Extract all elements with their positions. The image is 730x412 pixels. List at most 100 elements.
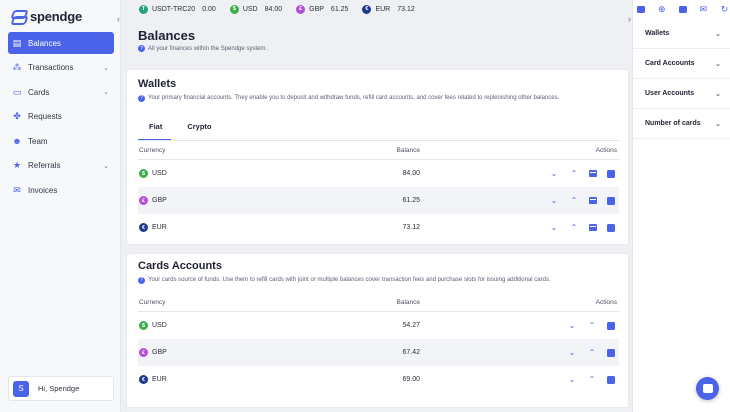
requests-icon: ✤ [13,111,21,122]
currency-value: 0.00 [202,5,216,13]
history-icon[interactable] [607,223,615,232]
balance-summary-bar: T USDT-TRC20 0.00 $ USD 84.00 £ GBP 61.2… [127,0,632,18]
card-accounts-description: ? Your cards source of funds. Use them t… [138,276,608,285]
wallet-icon[interactable] [637,5,645,13]
section-number-of-cards[interactable]: Number of cards ⌄ [633,109,730,139]
card-accounts-title: Cards Accounts [138,260,222,272]
chevron-down-icon: ⌄ [715,90,721,98]
withdraw-arrow-down-icon[interactable]: ⌄ [549,169,559,179]
sidebar-item-transactions[interactable]: ⁂ Transactions ⌄ [8,57,114,79]
withdraw-arrow-down-icon[interactable]: ⌄ [549,196,559,206]
transactions-icon: ⁂ [12,62,22,73]
euro-icon: € [139,223,148,232]
section-user-accounts[interactable]: User Accounts ⌄ [633,79,730,109]
table-header: Currency Balance Actions [138,142,619,160]
withdraw-arrow-down-icon[interactable]: ⌄ [567,348,577,358]
help-icon: ? [138,95,145,102]
sidebar-item-label: Team [28,136,48,146]
withdraw-arrow-down-icon[interactable]: ⌄ [567,321,577,331]
tab-crypto[interactable]: Crypto [187,122,220,141]
chevron-down-icon: ⌄ [715,30,721,38]
wallet-icon: ▤ [12,37,22,48]
balance-usd: $ USD 84.00 [229,4,282,14]
sidebar-item-referrals[interactable]: ★ Referrals ⌄ [8,155,114,177]
balance-cell: 84.00 [402,170,420,177]
section-label: User Accounts [645,90,695,97]
currency-value: 73.12 [397,5,415,13]
page-title: Balances [138,28,196,43]
balance-cell: 69.00 [402,376,420,383]
currency-cell: £ GBP [138,348,288,357]
table-row: $ USD 84.00 ⌄ ⌃ [138,160,619,187]
history-icon[interactable] [607,375,615,384]
transfer-card-icon[interactable] [589,197,597,204]
column-header-actions: Actions [595,147,617,154]
chevron-down-icon: ⌄ [103,162,109,170]
history-icon[interactable] [607,348,615,357]
card-accounts-card: Cards Accounts ? Your cards source of fu… [126,253,629,408]
balance-cell: 67.42 [402,349,420,356]
balance-cell: 73.12 [402,224,420,231]
deposit-arrow-up-icon[interactable]: ⌃ [587,348,597,358]
balance-cell: 61.25 [402,197,420,204]
help-icon: ? [138,277,145,284]
refresh-icon[interactable]: ↻ [720,4,729,14]
deposit-arrow-up-icon[interactable]: ⌃ [587,375,597,385]
column-header-balance: Balance [396,299,421,306]
withdraw-arrow-down-icon[interactable]: ⌄ [567,375,577,385]
sidebar-item-team[interactable]: ☻ Team [8,130,114,152]
wallets-description: ? Your primary financial accounts. They … [138,94,608,103]
transfer-card-icon[interactable] [589,170,597,177]
section-wallets[interactable]: Wallets ⌄ [633,19,730,49]
withdraw-arrow-down-icon[interactable]: ⌄ [549,223,559,233]
sidebar-item-label: Cards [28,87,50,97]
table-row: $ USD 54.27 ⌄ ⌃ [138,312,619,339]
table-row: € EUR 73.12 ⌄ ⌃ [138,214,619,241]
wallet-tabs: Fiat Crypto [138,122,221,141]
history-icon[interactable] [607,321,615,330]
history-icon[interactable] [607,169,615,178]
balance-usdt: T USDT-TRC20 0.00 [139,4,216,14]
table-row: £ GBP 61.25 ⌄ ⌃ [138,187,619,214]
sidebar-item-balances[interactable]: ▤ Balances [8,32,114,54]
currency-code: GBP [152,349,167,356]
balance-gbp: £ GBP 61.25 [296,4,348,14]
actions-cell: ⌄ ⌃ [420,321,619,331]
sidebar-collapse-chevron-icon[interactable]: ‹ [117,14,120,24]
deposit-arrow-up-icon[interactable]: ⌃ [569,196,579,206]
chevron-down-icon: ⌄ [103,89,109,97]
actions-cell: ⌄ ⌃ [420,348,619,358]
sidebar-item-requests[interactable]: ✤ Requests [8,106,114,128]
sidebar-item-label: Requests [28,112,62,122]
euro-icon: € [362,4,372,14]
tab-fiat[interactable]: Fiat [138,122,172,141]
card-accounts-table: Currency Balance Actions $ USD 54.27 ⌄ ⌃ … [138,294,619,393]
help-icon: ? [138,45,145,52]
currency-name: USD [242,5,258,13]
deposit-arrow-up-icon[interactable]: ⌃ [569,169,579,179]
table-row: £ GBP 67.42 ⌄ ⌃ [138,339,619,366]
column-header-currency: Currency [139,147,166,154]
add-icon[interactable]: ⊕ [657,4,666,14]
transfer-card-icon[interactable] [589,224,597,231]
currency-code: USD [152,170,167,177]
sidebar-item-invoices[interactable]: ✉ Invoices [8,180,114,202]
deposit-arrow-up-icon[interactable]: ⌃ [587,321,597,331]
team-icon: ☻ [12,136,22,147]
currency-code: EUR [152,224,167,231]
deposit-arrow-up-icon[interactable]: ⌃ [569,223,579,233]
section-card-accounts[interactable]: Card Accounts ⌄ [633,49,730,79]
dollar-icon: $ [139,169,148,178]
user-menu[interactable]: S Hi, Spendge [8,376,114,401]
sidebar-nav: ▤ Balances ⁂ Transactions ⌄ ▭ Cards ⌄ ✤ … [8,32,114,204]
page-subtitle-text: All your finances within the Spendge sys… [148,45,268,52]
sidebar-item-cards[interactable]: ▭ Cards ⌄ [8,81,114,103]
mail-icon[interactable]: ✉ [699,4,708,14]
logo[interactable]: spendge [11,8,82,24]
history-icon[interactable] [607,196,615,205]
chat-support-button[interactable] [696,377,719,400]
currency-name: EUR [375,5,391,13]
right-panel-toggle-chevron-icon[interactable]: › [628,14,631,24]
chevron-down-icon: ⌄ [715,120,721,128]
image-icon[interactable] [678,5,687,13]
